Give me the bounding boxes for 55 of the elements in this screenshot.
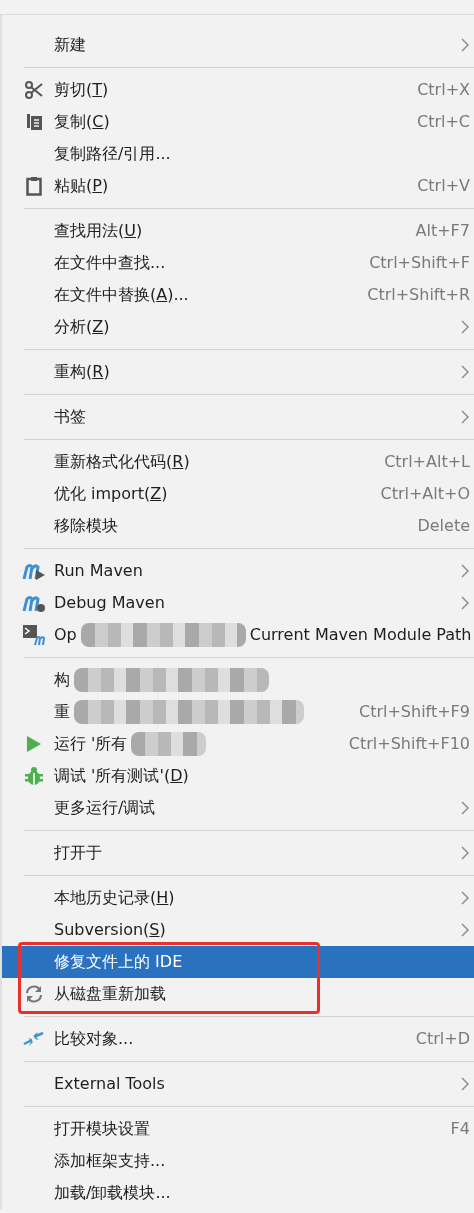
maven-debug-icon: [22, 593, 46, 613]
menu-item[interactable]: 重新格式化代码(R) Ctrl+Alt+L: [2, 446, 474, 478]
menu-item[interactable]: 本地历史记录(H): [2, 882, 474, 914]
menu-item[interactable]: Debug Maven: [2, 587, 474, 619]
menu-item[interactable]: Run Maven: [2, 555, 474, 587]
copy-icon: [25, 112, 43, 132]
shortcut-text: Alt+F7: [415, 220, 470, 242]
menu-item[interactable]: 优化 import(Z) Ctrl+Alt+O: [2, 478, 474, 510]
shortcut-text: Delete: [417, 515, 470, 537]
clipboard-icon: [26, 176, 42, 196]
menu-item[interactable]: 打开模块设置 F4: [2, 1113, 474, 1145]
menu-item[interactable]: 调试 '所有测试'(D): [2, 760, 474, 792]
menu-item[interactable]: 复制路径/引用...: [2, 138, 474, 170]
shortcut-text: Ctrl+Alt+O: [380, 483, 470, 505]
menu-item[interactable]: 更多运行/调试: [2, 792, 474, 824]
menu-item[interactable]: 在文件中替换(A)... Ctrl+Shift+R: [2, 279, 474, 311]
menu-item[interactable]: 复制(C) Ctrl+C: [2, 106, 474, 138]
bug-icon: [24, 766, 44, 786]
menu-item[interactable]: External Tools: [2, 1068, 474, 1100]
shortcut-text: Ctrl+Alt+L: [384, 451, 470, 473]
menu-item[interactable]: 书签: [2, 401, 474, 433]
menu-item[interactable]: Subversion(S): [2, 914, 474, 946]
menu-item[interactable]: 运行 '所有 Ctrl+Shift+F10: [2, 728, 474, 760]
menu-item[interactable]: 新建: [2, 29, 474, 61]
menu-item[interactable]: 加载/卸载模块...: [2, 1177, 474, 1209]
shortcut-text: Ctrl+D: [415, 1028, 470, 1050]
shortcut-text: F4: [450, 1118, 470, 1140]
reload-icon: [24, 984, 44, 1004]
menu-item[interactable]: 重 Ctrl+Shift+F9: [2, 696, 474, 728]
play-icon: [26, 735, 42, 753]
maven-run-icon: [22, 561, 46, 581]
menu-item[interactable]: 构: [2, 664, 474, 696]
menu-item[interactable]: Op Current Maven Module Path: [2, 619, 474, 651]
shortcut-text: Ctrl+Shift+R: [367, 284, 470, 306]
menu-item[interactable]: 重构(R): [2, 356, 474, 388]
menu-item[interactable]: 从磁盘重新加载: [2, 978, 474, 1010]
menu-item[interactable]: 剪切(T) Ctrl+X: [2, 74, 474, 106]
menu-item[interactable]: 比较对象... Ctrl+D: [2, 1023, 474, 1055]
terminal-icon: [22, 624, 46, 646]
menu-item[interactable]: 分析(Z): [2, 311, 474, 343]
menu-item[interactable]: 添加框架支持...: [2, 1145, 474, 1177]
menu-item[interactable]: 打开于: [2, 837, 474, 869]
shortcut-text: Ctrl+Shift+F: [369, 252, 470, 274]
menu-item[interactable]: 移除模块 Delete: [2, 510, 474, 542]
compare-arrows-icon: [23, 1029, 45, 1049]
shortcut-text: Ctrl+Shift+F9: [358, 701, 470, 723]
shortcut-text: Ctrl+Shift+F10: [348, 733, 470, 755]
shortcut-text: Ctrl+V: [417, 175, 470, 197]
shortcut-text: Ctrl+X: [417, 79, 470, 101]
menu-item[interactable]: 查找用法(U) Alt+F7: [2, 215, 474, 247]
menu-item[interactable]: 在文件中查找... Ctrl+Shift+F: [2, 247, 474, 279]
menu-item[interactable]: 修复文件上的 IDE: [2, 946, 474, 978]
shortcut-text: Ctrl+C: [416, 111, 470, 133]
scissors-icon: [24, 80, 44, 100]
menu-item[interactable]: 粘贴(P) Ctrl+V: [2, 170, 474, 202]
